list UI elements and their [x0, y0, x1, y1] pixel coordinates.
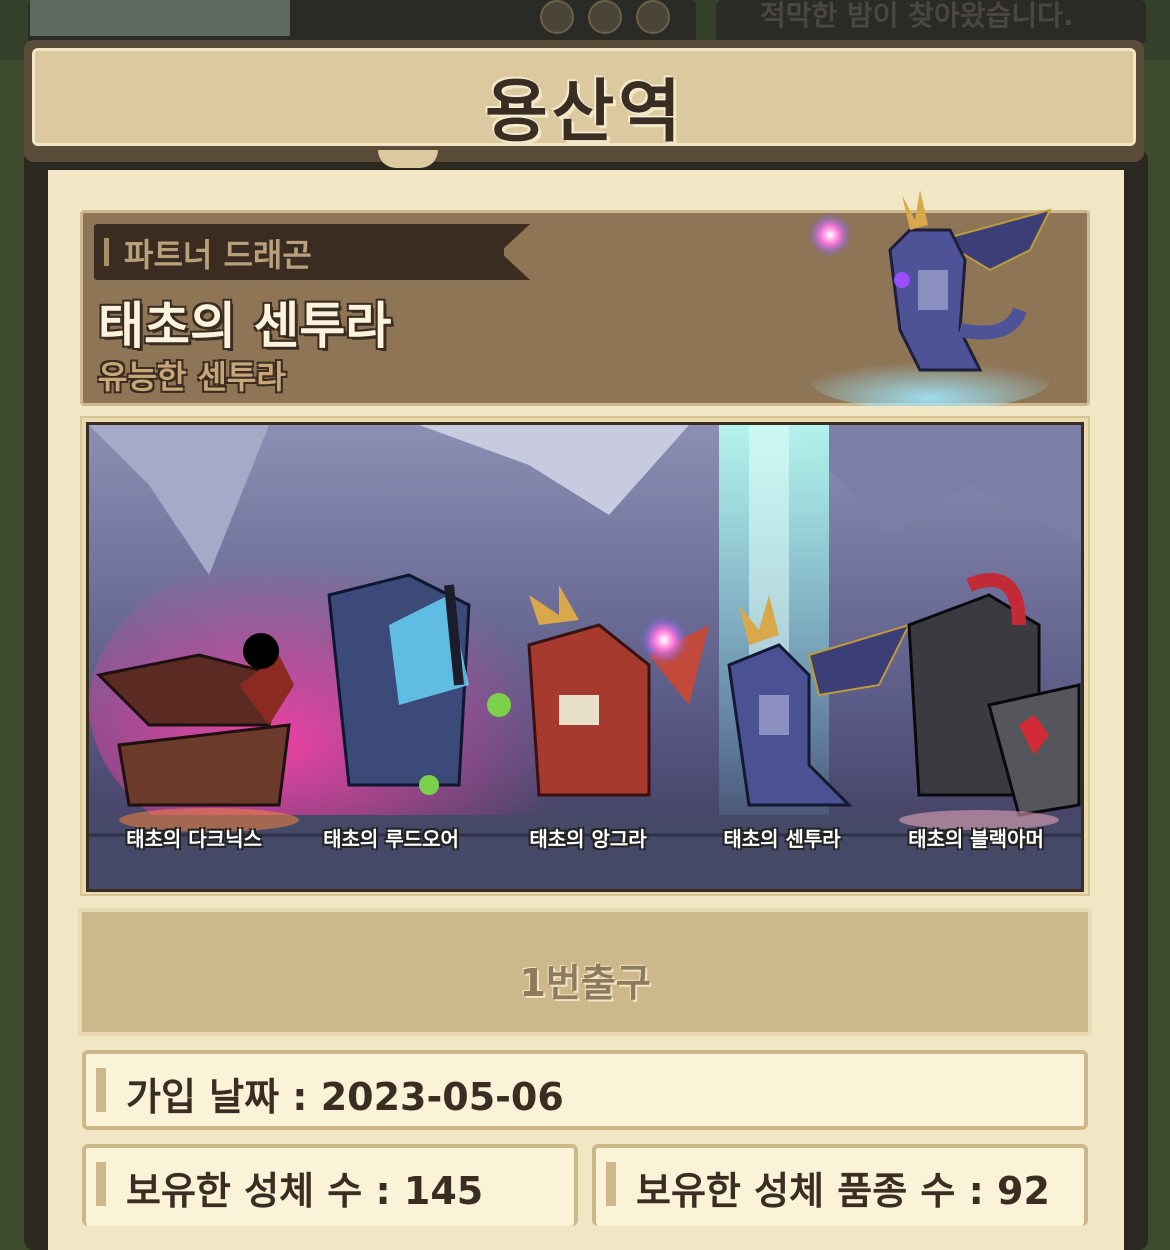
ribbon-tail — [500, 224, 530, 280]
hud-icon — [540, 0, 574, 34]
dragon-label: 태초의 센투라 — [723, 827, 841, 851]
hud-icon — [636, 0, 670, 34]
partner-ribbon-label: 파트너 드래곤 — [124, 236, 312, 274]
owned-species-text: 보유한 성체 품종 수 : 92 — [636, 1169, 1050, 1213]
background-icons — [540, 0, 670, 34]
partner-dragon-sprite — [808, 190, 1052, 406]
join-date-text: 가입 날짜 : 2023-05-06 — [126, 1075, 564, 1119]
dragon-label: 태초의 블랙아머 — [908, 827, 1044, 851]
partner-dragon-subtitle: 유능한 센투라 — [98, 358, 286, 396]
owned-count-row: 보유한 성체 수 : 145 — [82, 1144, 578, 1226]
join-date-row: 가입 날짜 : 2023-05-06 — [82, 1050, 1088, 1130]
row-accent — [96, 1068, 106, 1112]
ribbon-accent — [104, 238, 109, 266]
dragon-lineup-banner: 태초의 다크닉스 태초의 루드오어 태초의 앙그라 태초의 센투라 태초의 블랙… — [86, 422, 1084, 892]
dragon-sprite-darknix — [95, 633, 299, 832]
dragon-sprites — [95, 573, 1081, 832]
owned-count-text: 보유한 성체 수 : 145 — [126, 1169, 484, 1213]
dragon-label: 태초의 루드오어 — [323, 827, 459, 851]
owned-species-row: 보유한 성체 품종 수 : 92 — [592, 1144, 1088, 1226]
hud-icon — [588, 0, 622, 34]
page-title: 용산역 — [485, 73, 685, 152]
exit-button-label: 1번출구 — [519, 961, 651, 1005]
background-thumbnail — [30, 0, 290, 36]
dragon-sprite-sentura — [727, 595, 911, 807]
title-notch — [378, 150, 438, 168]
dragon-label: 태초의 앙그라 — [529, 827, 647, 851]
background-notice-text: 적막한 밤이 찾아왔습니다. — [760, 0, 1074, 32]
partner-dragon-name: 태초의 센투라 — [98, 297, 392, 355]
dragon-sprite-rudeore — [327, 573, 471, 795]
dragon-sprite-blackarmor — [899, 573, 1081, 830]
dragon-sprite-angra — [487, 585, 709, 797]
row-accent — [606, 1162, 616, 1206]
row-accent — [96, 1162, 106, 1206]
dragon-label: 태초의 다크닉스 — [126, 827, 262, 851]
